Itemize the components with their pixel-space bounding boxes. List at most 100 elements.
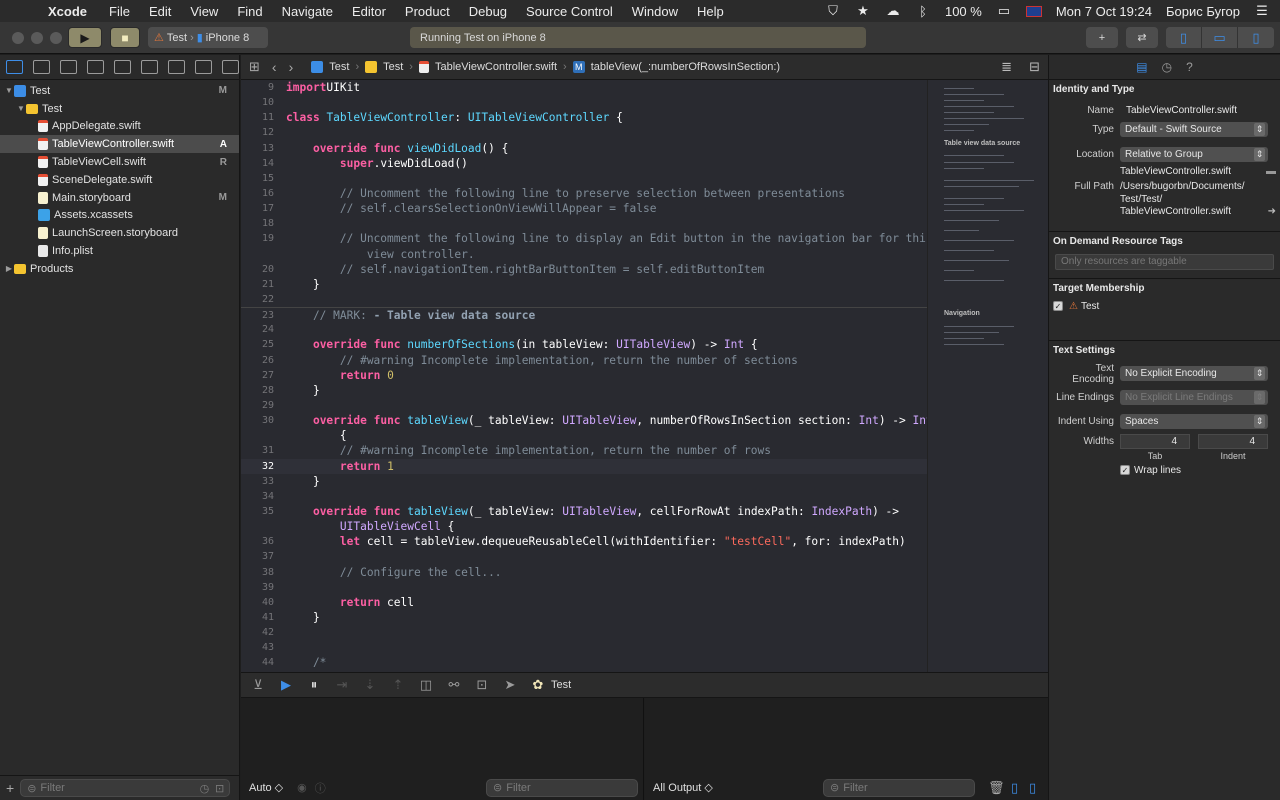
indent-width-field[interactable]: 4 [1198, 433, 1268, 449]
reveal-in-finder-icon[interactable]: ➜ [1268, 206, 1276, 217]
bluetooth-icon[interactable]: ᛒ [915, 4, 931, 19]
source-control-icon[interactable] [33, 60, 50, 74]
clock[interactable]: Mon 7 Oct 19:24 [1056, 4, 1152, 19]
wrap-lines-checkbox[interactable]: ✓ [1120, 465, 1130, 475]
type-popup[interactable]: Default - Swift Source [1120, 122, 1268, 137]
cloud-icon[interactable]: ☁ [885, 3, 901, 19]
location-icon[interactable]: ➤ [501, 677, 519, 693]
code-line[interactable]: 26 // #warning Incomplete implementation… [241, 353, 927, 368]
navigator-item[interactable]: ▼ Test [0, 100, 239, 118]
step-out-icon[interactable]: ⇡ [389, 677, 407, 693]
code-line[interactable]: 18 [241, 216, 927, 231]
code-line[interactable]: view controller. [241, 247, 927, 262]
menu-editor[interactable]: Editor [352, 4, 386, 19]
navigator-item[interactable]: TableViewController.swift A [0, 135, 239, 154]
forward-button[interactable]: › [289, 59, 294, 75]
menu-window[interactable]: Window [632, 4, 678, 19]
code-line[interactable]: 20 // self.navigationItem.rightBarButton… [241, 262, 927, 277]
variables-scope-popup[interactable]: Auto ◇ [249, 781, 283, 794]
star-icon[interactable]: ★ [855, 3, 871, 19]
code-line[interactable]: 29 [241, 398, 927, 413]
recent-files-icon[interactable]: ◷ [200, 782, 210, 795]
warning-icon[interactable] [114, 60, 131, 74]
add-editor-icon[interactable]: ⊟ [1029, 59, 1040, 75]
encoding-popup[interactable]: No Explicit Encoding [1120, 366, 1268, 381]
debug-icon[interactable] [168, 60, 185, 74]
code-line[interactable]: 42 [241, 625, 927, 640]
tab-width-field[interactable]: 4 [1120, 433, 1190, 449]
battery-icon[interactable]: ▭ [996, 3, 1012, 19]
code-line[interactable]: 25 override func numberOfSections(in tab… [241, 337, 927, 352]
step-into-icon[interactable]: ⇣ [361, 677, 379, 693]
navigator-item[interactable]: ▼ Test M [0, 82, 239, 100]
code-line[interactable]: 34 [241, 489, 927, 504]
code-line[interactable]: UITableViewCell { [241, 519, 927, 534]
eye-icon[interactable]: ◉ [297, 781, 307, 794]
scm-filter-icon[interactable]: ⊡ [215, 782, 224, 795]
minimap[interactable]: Table view data source Navigation [927, 80, 1048, 672]
info-icon[interactable]: ⓘ [315, 780, 326, 796]
notification-center-icon[interactable]: ☰ [1254, 3, 1270, 19]
code-line[interactable]: 28 } [241, 383, 927, 398]
breadcrumb-method[interactable]: tableView(_:numberOfRowsInSection:) [591, 61, 780, 73]
menu-find[interactable]: Find [237, 4, 262, 19]
library-button[interactable]: + [1086, 27, 1118, 48]
step-over-icon[interactable]: ⇥ [333, 677, 351, 693]
breadcrumb-group[interactable]: Test [383, 61, 403, 73]
odr-tags-field[interactable]: Only resources are taggable [1055, 253, 1274, 270]
toggle-inspector-icon[interactable]: ▯ [1238, 27, 1274, 48]
view-debugger-icon[interactable]: ◫ [417, 677, 435, 693]
report-icon[interactable] [222, 60, 239, 74]
hide-debug-area-icon[interactable]: ⊻ [249, 677, 267, 693]
console-filter-field[interactable]: ⊜ Filter [823, 778, 975, 797]
code-line[interactable]: 31 // #warning Incomplete implementation… [241, 443, 927, 458]
battery-percent[interactable]: 100 % [945, 4, 982, 19]
line-endings-popup[interactable]: No Explicit Line Endings [1120, 389, 1268, 405]
code-line[interactable]: 12 [241, 125, 927, 140]
code-line[interactable]: 27 return 0 [241, 368, 927, 383]
run-button[interactable]: ▶ [68, 27, 102, 48]
navigator-item[interactable]: Info.plist [0, 242, 239, 260]
code-line[interactable]: 16 // Uncomment the following line to pr… [241, 186, 927, 201]
code-line[interactable]: 24 [241, 322, 927, 337]
minimize-window-button[interactable] [31, 32, 43, 44]
code-line[interactable]: 36 let cell = tableView.dequeueReusableC… [241, 534, 927, 549]
code-line[interactable]: 19 // Uncomment the following line to di… [241, 231, 927, 246]
code-line[interactable]: 39 [241, 580, 927, 595]
help-inspector-icon[interactable]: ? [1186, 60, 1193, 74]
debug-target[interactable]: Test [551, 679, 571, 691]
code-line[interactable]: 32 return 1 [241, 458, 927, 474]
menu-product[interactable]: Product [405, 4, 450, 19]
disclosure-triangle-icon[interactable]: ▶ [4, 264, 14, 273]
add-file-icon[interactable]: + [6, 780, 14, 796]
zoom-window-button[interactable] [50, 32, 62, 44]
code-line[interactable]: 13 override func viewDidLoad() { [241, 141, 927, 156]
split-left-icon[interactable]: ▯ [1011, 780, 1018, 796]
stop-button[interactable]: ■ [110, 27, 140, 48]
code-line[interactable]: 17 // self.clearsSelectionOnViewWillAppe… [241, 201, 927, 216]
navigator-item[interactable]: SceneDelegate.swift [0, 171, 239, 189]
navigator-item[interactable]: LaunchScreen.storyboard [0, 224, 239, 242]
code-line[interactable]: 15 [241, 171, 927, 186]
code-line[interactable]: { [241, 428, 927, 443]
code-line[interactable]: 21 } [241, 277, 927, 292]
history-inspector-icon[interactable]: ◷ [1162, 60, 1172, 74]
code-line[interactable]: 14 super.viewDidLoad() [241, 156, 927, 171]
code-line[interactable]: 43 [241, 640, 927, 655]
navigator-item[interactable]: Assets.xcassets [0, 207, 239, 225]
name-field[interactable]: TableViewController.swift [1120, 102, 1268, 118]
disclosure-triangle-icon[interactable]: ▼ [16, 104, 26, 113]
indent-using-popup[interactable]: Spaces [1120, 413, 1268, 429]
scheme-selector[interactable]: ⚠ Test › ▮ iPhone 8 [148, 27, 268, 48]
menu-navigate[interactable]: Navigate [282, 4, 333, 19]
toggle-navigator-icon[interactable]: ▯ [1166, 27, 1202, 48]
menu-app-xcode[interactable]: Xcode [48, 4, 87, 19]
code-line[interactable]: 30 override func tableView(_ tableView: … [241, 413, 927, 428]
menu-view[interactable]: View [190, 4, 218, 19]
symbol-icon[interactable] [60, 60, 77, 74]
code-line[interactable]: 22 [241, 292, 927, 307]
code-line[interactable]: 37 [241, 549, 927, 564]
code-review-button[interactable]: ⇄ [1126, 27, 1158, 48]
code-line[interactable]: 38 // Configure the cell... [241, 565, 927, 580]
back-button[interactable]: ‹ [272, 59, 277, 75]
